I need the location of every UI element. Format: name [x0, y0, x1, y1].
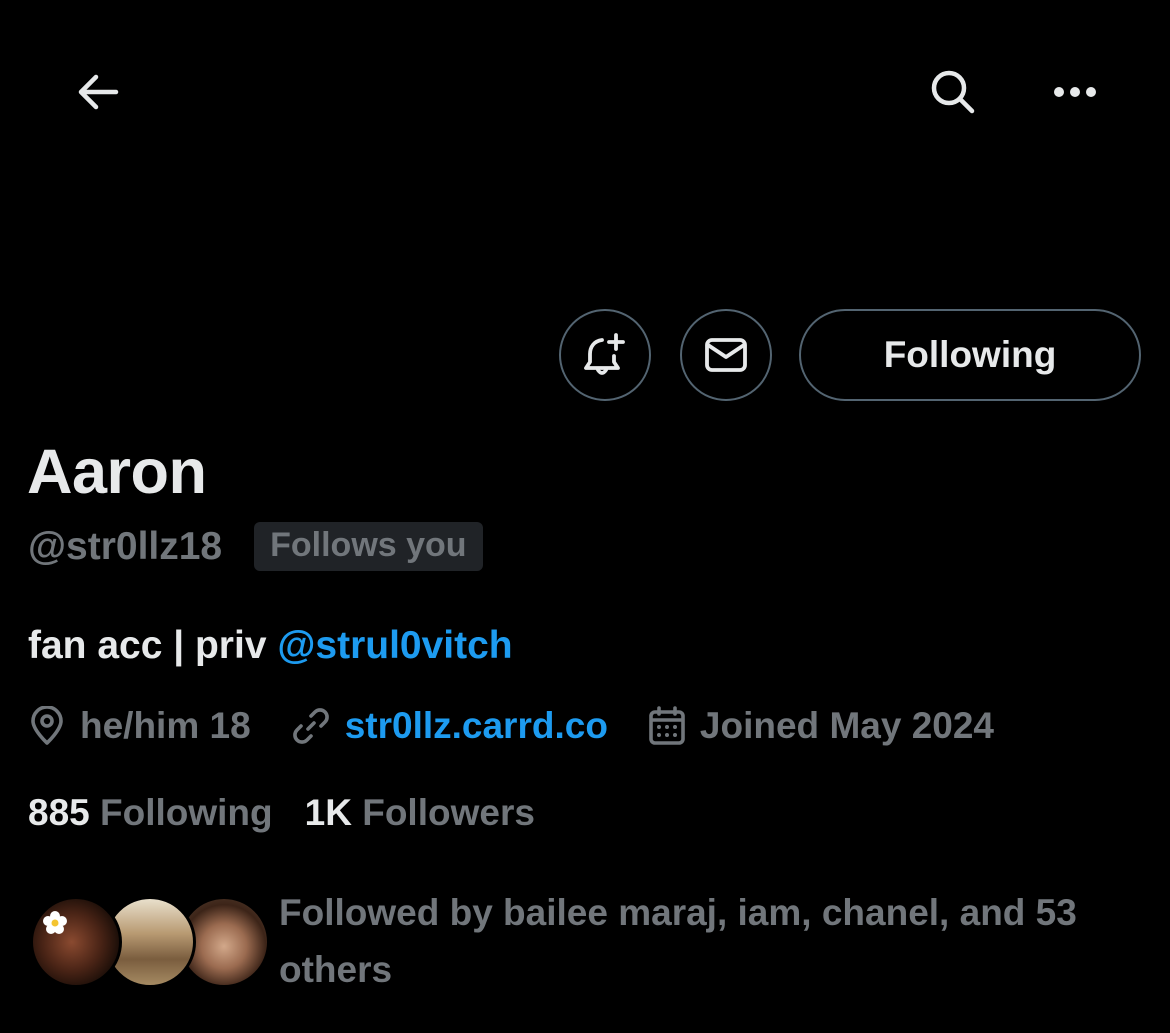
- location-pin-icon: [31, 706, 63, 745]
- envelope-icon: [705, 338, 747, 372]
- following-count: 885: [28, 792, 90, 833]
- joined-date: Joined May 2024: [699, 705, 995, 746]
- search-button[interactable]: [920, 60, 986, 124]
- location-text: he/him 18: [80, 705, 251, 746]
- location-item: he/him 18: [28, 705, 251, 747]
- bell-plus-icon: [584, 333, 625, 375]
- notifications-button[interactable]: [559, 309, 651, 401]
- follows-you-badge: Follows you: [254, 522, 483, 571]
- followed-by-text[interactable]: Followed by bailee maraj, iam, chanel, a…: [279, 884, 1139, 998]
- flower-icon: [43, 911, 67, 934]
- user-handle: @str0llz18: [28, 524, 223, 568]
- followers-label: Followers: [351, 792, 535, 833]
- followers-count: 1K: [304, 792, 352, 833]
- display-name: Aaron: [27, 437, 207, 507]
- message-button[interactable]: [680, 309, 772, 401]
- following-button[interactable]: Following: [799, 309, 1141, 401]
- bio-text: fan acc | priv: [28, 624, 278, 667]
- following-count-link[interactable]: 885 Following: [28, 792, 273, 834]
- back-button[interactable]: [66, 60, 130, 124]
- calendar-icon: [649, 706, 685, 745]
- following-label: Following: [89, 792, 273, 833]
- bio: fan acc | priv @strul0vitch: [28, 624, 513, 668]
- followers-count-link[interactable]: 1K Followers: [305, 792, 535, 834]
- website-link[interactable]: str0llz.carrd.co: [345, 705, 608, 747]
- handle-row: @str0llz18 Follows you: [28, 522, 483, 571]
- joined-item: Joined May 2024: [648, 705, 994, 747]
- arrow-left-icon: [78, 74, 119, 110]
- mutual-followers-avatars[interactable]: [30, 896, 270, 992]
- more-options-button[interactable]: [1042, 60, 1108, 124]
- link-icon: [292, 708, 329, 744]
- more-horizontal-icon: [1054, 87, 1096, 97]
- follow-counts: 885 Following 1K Followers: [28, 792, 567, 834]
- website-item[interactable]: str0llz.carrd.co: [291, 705, 608, 747]
- avatar: [30, 896, 122, 988]
- search-icon: [931, 70, 975, 114]
- profile-meta-row: he/him 18 str0llz.carrd.co Joined May 20…: [28, 705, 994, 747]
- bio-mention-link[interactable]: @strul0vitch: [277, 624, 512, 667]
